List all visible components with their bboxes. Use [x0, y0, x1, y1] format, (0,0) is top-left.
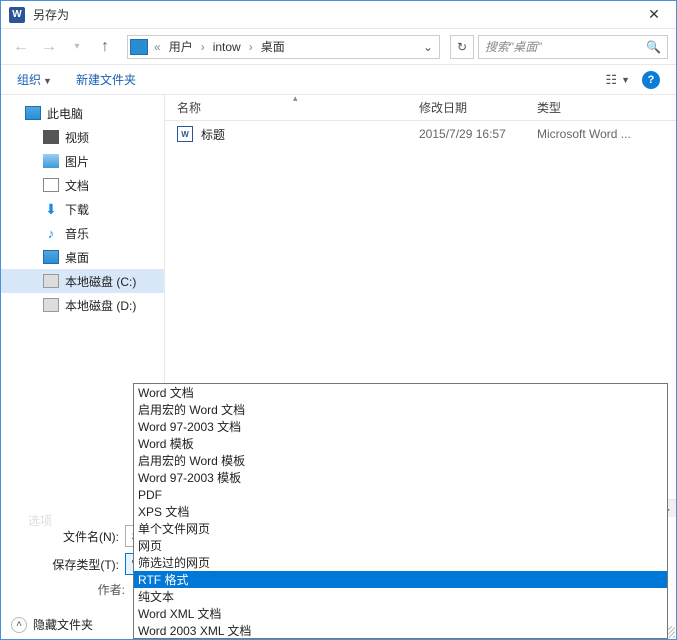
file-name: 标题: [201, 126, 419, 143]
image-icon: [43, 154, 59, 168]
organize-button[interactable]: 组织▼: [17, 71, 52, 88]
pc-icon: [25, 106, 41, 120]
help-button[interactable]: ?: [642, 71, 660, 89]
filetype-option[interactable]: Word 文档: [134, 384, 667, 401]
filetype-option[interactable]: Word 2003 XML 文档: [134, 622, 667, 639]
filetype-option[interactable]: 单个文件网页: [134, 520, 667, 537]
drive-icon: [43, 274, 59, 288]
file-type: Microsoft Word ...: [537, 127, 631, 141]
breadcrumb-desktop[interactable]: 桌面: [259, 38, 287, 55]
chevron-down-icon: ▼: [621, 75, 630, 85]
search-icon: 🔍: [646, 40, 661, 54]
chevron-down-icon: ▼: [43, 76, 52, 86]
file-date: 2015/7/29 16:57: [419, 127, 537, 141]
tree-desktop[interactable]: 桌面: [1, 245, 164, 269]
document-icon: [43, 178, 59, 192]
word-file-icon: W: [177, 126, 193, 142]
filetype-option[interactable]: 启用宏的 Word 模板: [134, 452, 667, 469]
refresh-button[interactable]: ↻: [450, 35, 474, 59]
download-icon: ⬇: [43, 202, 59, 216]
location-icon: [130, 39, 148, 55]
address-bar[interactable]: « 用户 › intow › 桌面 ⌄: [127, 35, 440, 59]
nav-recent-dropdown[interactable]: ▾: [65, 35, 89, 59]
tree-drive-d[interactable]: 本地磁盘 (D:): [1, 293, 164, 317]
tree-pictures[interactable]: 图片: [1, 149, 164, 173]
filetype-option[interactable]: 启用宏的 Word 文档: [134, 401, 667, 418]
col-header-type[interactable]: 类型: [537, 99, 676, 116]
tree-this-pc[interactable]: 此电脑: [1, 101, 164, 125]
tree-music[interactable]: ♪ 音乐: [1, 221, 164, 245]
tree-downloads[interactable]: ⬇ 下载: [1, 197, 164, 221]
nav-bar: ← → ▾ ↑ « 用户 › intow › 桌面 ⌄ ↻ 搜索"桌面" 🔍: [1, 29, 676, 65]
filetype-option[interactable]: PDF: [134, 486, 667, 503]
sort-indicator-icon: ▴: [293, 93, 298, 104]
hide-folders-button[interactable]: ˄ 隐藏文件夹: [11, 616, 93, 633]
nav-up-button[interactable]: ↑: [93, 35, 117, 59]
col-header-name[interactable]: 名称: [177, 99, 419, 116]
close-button[interactable]: ✕: [640, 1, 668, 29]
breadcrumb-user[interactable]: intow: [211, 40, 243, 54]
toolbar: 组织▼ 新建文件夹 ☷ ▼ ?: [1, 65, 676, 95]
options-text: 选项: [28, 512, 52, 529]
breadcrumb-sep: «: [152, 40, 163, 54]
tree-documents[interactable]: 文档: [1, 173, 164, 197]
filetype-option[interactable]: 网页: [134, 537, 667, 554]
author-label: 作者:: [31, 581, 125, 598]
search-placeholder: 搜索"桌面": [485, 38, 542, 55]
filetype-option[interactable]: Word 97-2003 文档: [134, 418, 667, 435]
file-row[interactable]: W 标题 2015/7/29 16:57 Microsoft Word ...: [165, 121, 676, 147]
video-icon: [43, 130, 59, 144]
view-icon: ☷: [605, 72, 617, 88]
filetype-option[interactable]: RTF 格式: [134, 571, 667, 588]
chevron-up-icon: ˄: [11, 617, 27, 633]
desktop-icon: [43, 250, 59, 264]
search-input[interactable]: 搜索"桌面" 🔍: [478, 35, 668, 59]
filename-label: 文件名(N):: [11, 528, 125, 545]
filetype-label: 保存类型(T):: [11, 556, 125, 573]
address-dropdown-icon[interactable]: ⌄: [419, 40, 437, 54]
tree-drive-c[interactable]: 本地磁盘 (C:): [1, 269, 164, 293]
filetype-option[interactable]: Word 模板: [134, 435, 667, 452]
titlebar: W 另存为 ✕: [1, 1, 676, 29]
filetype-dropdown-list[interactable]: Word 文档启用宏的 Word 文档Word 97-2003 文档Word 模…: [133, 383, 668, 639]
filetype-option[interactable]: 筛选过的网页: [134, 554, 667, 571]
tree-videos[interactable]: 视频: [1, 125, 164, 149]
new-folder-button[interactable]: 新建文件夹: [76, 71, 136, 88]
nav-back-button[interactable]: ←: [9, 35, 33, 59]
filetype-option[interactable]: 纯文本: [134, 588, 667, 605]
column-headers: ▴ 名称 修改日期 类型: [165, 95, 676, 121]
word-app-icon: W: [9, 7, 25, 23]
breadcrumb-users[interactable]: 用户: [167, 38, 195, 55]
nav-forward-button[interactable]: →: [37, 35, 61, 59]
drive-icon: [43, 298, 59, 312]
window-title: 另存为: [33, 6, 640, 23]
view-options-button[interactable]: ☷ ▼: [605, 72, 630, 88]
col-header-date[interactable]: 修改日期: [419, 99, 537, 116]
filetype-option[interactable]: XPS 文档: [134, 503, 667, 520]
filetype-option[interactable]: Word 97-2003 模板: [134, 469, 667, 486]
filetype-option[interactable]: Word XML 文档: [134, 605, 667, 622]
music-icon: ♪: [43, 226, 59, 240]
